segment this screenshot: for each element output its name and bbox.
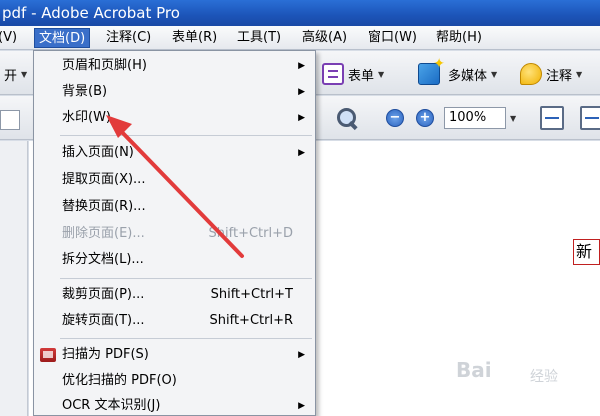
menu-help[interactable]: 帮助(H)	[432, 28, 486, 48]
menu-item-delete-pages: 删除页面(E)... Shift+Ctrl+D	[62, 226, 293, 241]
submenu-arrow-icon: ▶	[298, 350, 305, 360]
document-text-box[interactable]: 新	[573, 239, 600, 265]
zoom-in-button[interactable]: +	[416, 103, 434, 133]
plus-icon: +	[416, 109, 434, 127]
zoom-out-button[interactable]: −	[386, 103, 404, 133]
menu-forms[interactable]: 表单(R)	[168, 28, 221, 48]
comment-button[interactable]: 注释 ▼	[520, 59, 582, 89]
menu-tools[interactable]: 工具(T)	[233, 28, 285, 48]
scanner-icon	[40, 348, 56, 362]
multimedia-icon	[418, 56, 445, 85]
toolbar-left-fragment[interactable]: 开 ▼	[0, 59, 27, 89]
menu-comments[interactable]: 注释(C)	[102, 28, 155, 48]
page-thumbnail-icon[interactable]	[0, 110, 20, 130]
menu-item-insert-pages[interactable]: 插入页面(N) ▶	[34, 140, 315, 166]
menu-item-split-document[interactable]: 拆分文档(L)...	[34, 247, 315, 273]
menu-item-rotate-pages[interactable]: 旋转页面(T)... Shift+Ctrl+R	[34, 308, 315, 334]
menu-item-extract-pages[interactable]: 提取页面(X)...	[34, 167, 315, 193]
chevron-down-icon: ▼	[378, 69, 385, 79]
fit-width-icon	[540, 106, 564, 130]
menu-item-background[interactable]: 背景(B) ▶	[34, 79, 315, 105]
fit-page-icon	[580, 106, 600, 130]
forms-button[interactable]: 表单 ▼	[322, 59, 384, 89]
submenu-arrow-icon: ▶	[298, 61, 305, 71]
zoom-magnifier-icon	[334, 105, 360, 131]
menu-bar: (V) 文档(D) 注释(C) 表单(R) 工具(T) 高级(A) 窗口(W) …	[0, 26, 600, 50]
menu-view[interactable]: (V)	[0, 28, 21, 48]
fit-page-button[interactable]	[580, 103, 600, 133]
fit-width-button[interactable]	[540, 103, 564, 133]
comment-icon	[520, 63, 542, 85]
chevron-down-icon: ▼	[491, 69, 498, 79]
multimedia-button[interactable]: 多媒体 ▼	[418, 56, 498, 89]
document-menu-dropdown: 页眉和页脚(H) ▶ 背景(B) ▶ 水印(W) ▶ 插入页面(N) ▶ 提取页…	[33, 50, 316, 416]
zoom-level-field[interactable]: 100% ▼	[444, 103, 516, 133]
minus-icon: −	[386, 109, 404, 127]
menu-item-ocr[interactable]: OCR 文本识别(J) ▶	[34, 393, 315, 416]
window-title: pdf - Adobe Acrobat Pro	[2, 4, 180, 22]
baidu-watermark: Bai	[456, 358, 492, 382]
form-icon	[322, 63, 344, 85]
menu-item-scan-to-pdf[interactable]: 扫描为 PDF(S) ▶	[34, 342, 315, 368]
menu-item-optimize-scanned-pdf[interactable]: 优化扫描的 PDF(O)	[34, 368, 315, 394]
submenu-arrow-icon: ▶	[298, 87, 305, 97]
baidu-watermark-text: 经验	[530, 369, 558, 385]
menu-item-header-footer[interactable]: 页眉和页脚(H) ▶	[34, 53, 315, 79]
chevron-down-icon: ▼	[576, 69, 583, 79]
window-title-bar: pdf - Adobe Acrobat Pro	[0, 0, 600, 26]
submenu-arrow-icon: ▶	[298, 148, 305, 158]
submenu-arrow-icon: ▶	[298, 401, 305, 411]
menu-separator	[60, 338, 312, 339]
menu-document[interactable]: 文档(D)	[34, 28, 91, 48]
menu-item-crop-pages[interactable]: 裁剪页面(P)... Shift+Ctrl+T	[34, 282, 315, 308]
menu-item-watermark[interactable]: 水印(W) ▶	[34, 105, 315, 131]
submenu-arrow-icon: ▶	[298, 113, 305, 123]
chevron-down-icon[interactable]: ▼	[510, 114, 516, 123]
menu-window[interactable]: 窗口(W)	[364, 28, 421, 48]
menu-item-replace-pages[interactable]: 替换页面(R)...	[34, 194, 315, 220]
zoom-tool-button[interactable]	[334, 103, 360, 133]
navigation-pane	[0, 141, 28, 416]
menu-advanced[interactable]: 高级(A)	[298, 28, 351, 48]
menu-separator	[60, 135, 312, 136]
chevron-down-icon: ▼	[21, 69, 28, 79]
menu-separator	[60, 278, 312, 279]
